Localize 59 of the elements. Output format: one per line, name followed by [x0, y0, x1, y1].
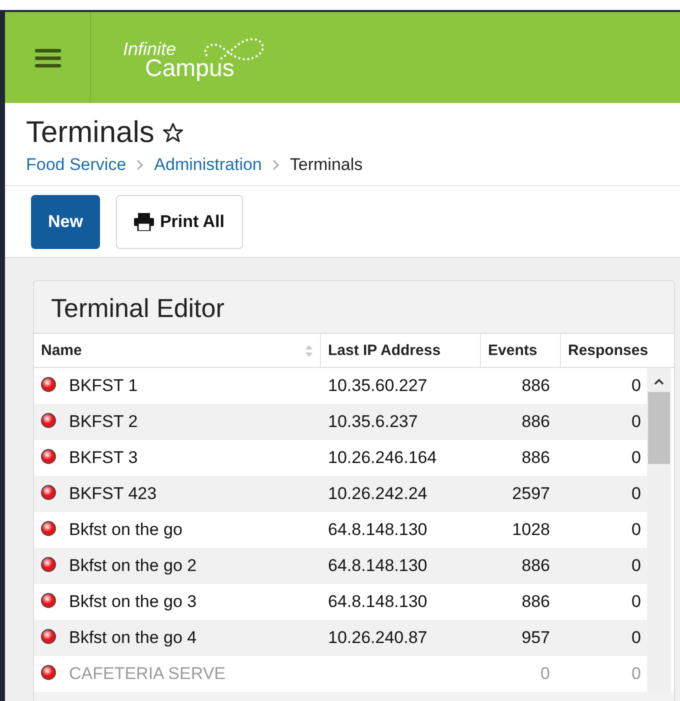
table-cell: CAFETERIA SERVE	[69, 664, 226, 684]
table-cell: 0	[632, 412, 641, 432]
table-cell: BKFST 3	[69, 448, 138, 468]
breadcrumb-current: Terminals	[290, 155, 363, 175]
table-cell: Bkfst on the go 2	[69, 556, 197, 576]
table-row[interactable]: BKFST 423 10.26.242.24 2597 0	[34, 476, 647, 512]
table-row[interactable]: Bkfst on the go 4 10.26.240.87 957 0	[34, 620, 647, 656]
table-cell: Bkfst on the go 3	[69, 592, 197, 612]
table-cell: 0	[632, 448, 641, 468]
table-cell: 0	[632, 376, 641, 396]
table-cell: 0	[632, 664, 641, 684]
table-cell: 0	[632, 520, 641, 540]
table-cell: 10.35.60.227	[328, 376, 428, 396]
table-cell: 1028	[512, 520, 550, 540]
table-cell: 64.8.148.130	[328, 592, 428, 612]
page-title: Terminals	[26, 115, 154, 151]
table-cell: 0	[632, 592, 641, 612]
table-cell: 0	[632, 556, 641, 576]
chevron-icon	[272, 159, 280, 171]
star-icon[interactable]	[162, 122, 184, 144]
table-cell: BKFST 1	[69, 376, 138, 396]
new-button[interactable]: New	[31, 195, 100, 249]
table-cell: Bkfst on the go	[69, 520, 182, 540]
table-cell: 0	[540, 664, 550, 684]
table-cell: 886	[522, 412, 550, 432]
table-cell: 886	[522, 592, 550, 612]
scroll-up-icon[interactable]	[654, 378, 664, 385]
table-row[interactable]: BKFST 2 10.35.6.237 886 0	[34, 404, 647, 440]
table-cell: 10.35.6.237	[328, 412, 418, 432]
table-cell: 886	[522, 556, 550, 576]
table-cell: 886	[522, 448, 550, 468]
table-cell: 886	[522, 376, 550, 396]
scrollbar[interactable]	[647, 368, 671, 692]
table-cell: 64.8.148.130	[328, 556, 428, 576]
chevron-icon	[136, 159, 144, 171]
table-cell: Bkfst on the go 4	[69, 628, 197, 648]
table-row[interactable]: Bkfst on the go 2 64.8.148.130 886 0	[34, 548, 647, 584]
print-button[interactable]: Print All	[116, 195, 243, 249]
table-cell: 10.26.242.24	[328, 484, 428, 504]
scroll-thumb[interactable]	[648, 392, 670, 464]
column-header[interactable]: Name	[34, 334, 321, 367]
breadcrumb-link[interactable]: Food Service	[26, 155, 126, 175]
table-cell: 0	[632, 484, 641, 504]
table-cell: BKFST 2	[69, 412, 138, 432]
column-header[interactable]: Responses	[561, 334, 673, 367]
column-header[interactable]: Events	[481, 334, 561, 367]
table-cell: 10.26.240.87	[328, 628, 428, 648]
table-cell: 64.8.148.130	[328, 520, 428, 540]
table-cell: 0	[632, 628, 641, 648]
printer-icon	[134, 213, 154, 231]
menu-icon	[34, 48, 60, 68]
table-cell: BKFST 423	[69, 484, 157, 504]
breadcrumb-link[interactable]: Administration	[154, 155, 262, 175]
sort-icon	[305, 344, 313, 358]
table-cell: 10.26.246.164	[328, 448, 437, 468]
table-cell: 957	[522, 628, 550, 648]
column-header[interactable]: Last IP Address	[321, 334, 481, 367]
panel-title: Terminal Editor	[50, 292, 226, 325]
table-cell: 2597	[512, 484, 550, 504]
